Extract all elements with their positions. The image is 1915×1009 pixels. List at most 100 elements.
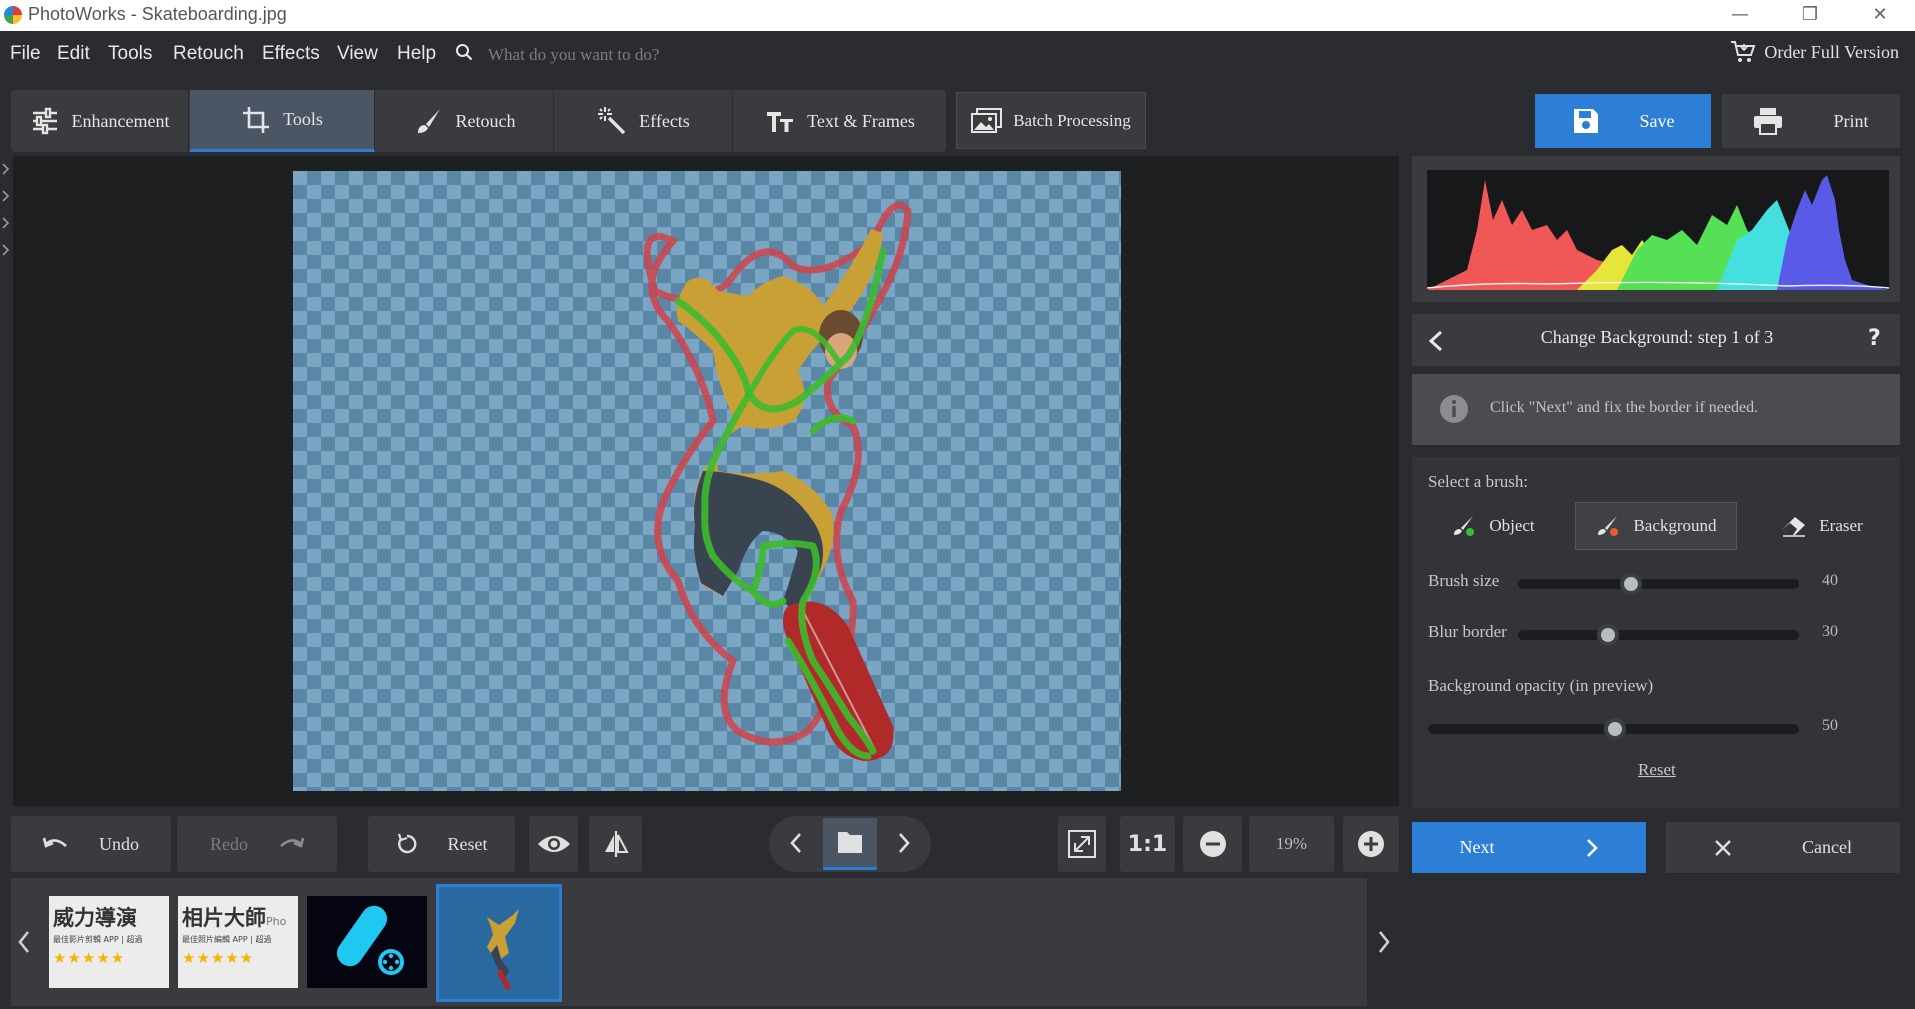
zoom-out-button[interactable] xyxy=(1183,816,1242,872)
undo-label: Undo xyxy=(99,833,139,854)
brush-size-value: 40 xyxy=(1822,572,1838,589)
reset-button[interactable]: Reset xyxy=(368,816,515,872)
title-bar: PhotoWorks - Skateboarding.jpg — ❐ ✕ xyxy=(0,0,1915,31)
order-label: Order Full Version xyxy=(1764,41,1899,62)
brush-label: Eraser xyxy=(1819,516,1863,535)
help-button[interactable]: ? xyxy=(1868,326,1881,351)
restore-button[interactable]: ❐ xyxy=(1775,0,1845,31)
step-title: Change Background: step 1 of 3 xyxy=(1540,327,1774,347)
app-logo-icon xyxy=(4,6,22,24)
eraser-icon xyxy=(1783,517,1806,537)
info-text: Click "Next" and fix the border if neede… xyxy=(1490,399,1759,416)
previous-image-icon[interactable] xyxy=(789,832,803,854)
undo-button[interactable]: Undo xyxy=(11,816,171,872)
blur-border-label: Blur border xyxy=(1428,622,1507,641)
close-button[interactable]: ✕ xyxy=(1845,0,1915,31)
floppy-disk-icon xyxy=(1573,109,1598,133)
save-label: Save xyxy=(1639,110,1675,131)
tab-label: Retouch xyxy=(455,110,516,131)
brush-icon xyxy=(417,109,440,133)
search-input[interactable] xyxy=(488,43,808,67)
bg-opacity-label: Background opacity (in preview) xyxy=(1428,676,1654,695)
thumbnail-4-selected[interactable] xyxy=(436,884,562,1002)
zoom-out-icon xyxy=(1199,831,1226,857)
brush-eraser-button[interactable]: Eraser xyxy=(1752,502,1892,550)
text-icon xyxy=(767,112,794,132)
back-chevron-icon[interactable] xyxy=(1428,330,1444,352)
preview-toggle-button[interactable] xyxy=(529,816,578,872)
blur-border-value: 30 xyxy=(1822,623,1838,640)
thumbnail-stars: ★★★★★ xyxy=(182,951,255,967)
eye-icon xyxy=(537,836,570,852)
photo-canvas[interactable] xyxy=(293,171,1121,791)
print-label: Print xyxy=(1833,110,1869,131)
crop-icon xyxy=(243,106,270,133)
menu-file[interactable]: File xyxy=(10,43,41,65)
sliders-icon xyxy=(32,107,57,135)
thumbnail-subtitle: 最佳影片剪輯 APP | 超過 xyxy=(53,935,143,944)
skateboarder-thumbnail xyxy=(439,887,559,999)
collapse-chevrons[interactable] xyxy=(0,156,12,276)
brush-object-button[interactable]: Object xyxy=(1428,502,1558,550)
fit-to-screen-button[interactable] xyxy=(1058,816,1106,872)
tab-retouch[interactable]: Retouch xyxy=(376,90,554,152)
tab-text-frames[interactable]: Text & Frames xyxy=(734,90,946,152)
order-full-version-link[interactable]: Order Full Version xyxy=(1730,40,1899,64)
histogram-chart xyxy=(1427,170,1889,290)
chevron-right-icon xyxy=(1586,838,1598,857)
blur-border-thumb[interactable] xyxy=(1597,624,1619,646)
batch-processing-button[interactable]: Batch Processing xyxy=(956,92,1146,149)
window-title: PhotoWorks - Skateboarding.jpg xyxy=(28,4,287,24)
fullscreen-icon xyxy=(1068,830,1096,858)
app-logo-image xyxy=(336,905,404,975)
next-image-icon[interactable] xyxy=(897,832,911,854)
menu-help[interactable]: Help xyxy=(397,43,436,65)
tab-effects[interactable]: Effects xyxy=(555,90,733,152)
actual-size-button[interactable]: 1:1 xyxy=(1120,816,1175,872)
save-button[interactable]: Save xyxy=(1535,94,1711,148)
zoom-in-button[interactable] xyxy=(1343,816,1399,872)
zoom-in-icon xyxy=(1358,831,1384,857)
printer-icon xyxy=(1754,108,1783,135)
menu-retouch[interactable]: Retouch xyxy=(173,43,244,65)
thumbnail-3[interactable] xyxy=(307,896,427,988)
brush-background-button[interactable]: Background xyxy=(1575,502,1737,550)
blur-border-slider[interactable] xyxy=(1518,630,1799,640)
thumbnail-2[interactable]: 相片大師Pho 最佳照片編輯 APP | 超過 ★★★★★ xyxy=(178,896,298,988)
batch-label: Batch Processing xyxy=(1013,110,1131,130)
brush-size-slider[interactable] xyxy=(1518,579,1799,589)
undo-icon xyxy=(43,837,67,848)
minimize-button[interactable]: — xyxy=(1705,0,1775,31)
tab-label: Enhancement xyxy=(71,110,170,131)
open-folder-button[interactable] xyxy=(823,818,877,870)
menu-view[interactable]: View xyxy=(337,43,378,65)
menu-edit[interactable]: Edit xyxy=(57,43,90,65)
brush-red-icon xyxy=(1598,516,1619,536)
menu-effects[interactable]: Effects xyxy=(262,43,320,65)
menu-tools[interactable]: Tools xyxy=(108,43,152,65)
cancel-button[interactable]: Cancel xyxy=(1666,822,1900,873)
redo-button[interactable]: Redo xyxy=(177,816,337,872)
next-label: Next xyxy=(1459,837,1495,857)
zoom-level: 19% xyxy=(1249,816,1334,872)
filmstrip-left-icon[interactable] xyxy=(17,930,31,954)
tab-label: Tools xyxy=(283,109,323,129)
tab-tools[interactable]: Tools xyxy=(190,90,375,152)
select-brush-label: Select a brush: xyxy=(1428,472,1529,491)
filmstrip-right-icon[interactable] xyxy=(1377,930,1391,954)
tab-label: Text & Frames xyxy=(807,110,915,131)
next-button[interactable]: Next xyxy=(1412,822,1646,873)
brush-green-icon xyxy=(1454,516,1475,536)
reset-link[interactable]: Reset xyxy=(1638,760,1676,780)
thumbnail-1[interactable]: 威力導演 最佳影片剪輯 APP | 超過 ★★★★★ xyxy=(49,896,169,988)
brush-size-thumb[interactable] xyxy=(1620,573,1642,595)
thumbnail-stars: ★★★★★ xyxy=(53,951,126,967)
reset-icon xyxy=(397,833,416,854)
print-button[interactable]: Print xyxy=(1722,94,1900,148)
thumbnail-title: 相片大師Pho xyxy=(182,906,287,930)
brush-label: Object xyxy=(1489,516,1535,535)
bg-opacity-thumb[interactable] xyxy=(1604,718,1626,740)
tab-enhancement[interactable]: Enhancement xyxy=(11,90,189,152)
compare-button[interactable] xyxy=(589,816,642,872)
images-icon xyxy=(971,107,1003,133)
